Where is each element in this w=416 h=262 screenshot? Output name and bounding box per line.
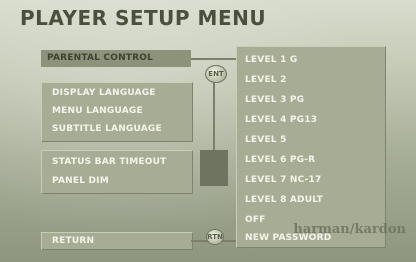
submenu-item-level-8[interactable]: LEVEL 8 ADULT	[245, 195, 323, 205]
return-button[interactable]: RETURN	[52, 236, 94, 246]
return-circle-icon[interactable]: RTN	[206, 229, 224, 245]
menu-item-parental-control[interactable]: PARENTAL CONTROL	[41, 50, 191, 67]
menu-item-label: PARENTAL CONTROL	[47, 53, 154, 63]
enter-button-icon[interactable]: ENT	[205, 65, 227, 83]
parental-level-submenu: LEVEL 1 G LEVEL 2 LEVEL 3 PG LEVEL 4 PG1…	[236, 46, 386, 248]
page-title: PLAYER SETUP MENU	[20, 6, 267, 30]
submenu-item-level-6[interactable]: LEVEL 6 PG-R	[245, 155, 315, 165]
connector-line	[191, 58, 237, 60]
submenu-item-level-1[interactable]: LEVEL 1 G	[245, 55, 297, 65]
submenu-item-level-4[interactable]: LEVEL 4 PG13	[245, 115, 317, 125]
return-panel: RETURN	[41, 232, 193, 250]
submenu-item-off[interactable]: OFF	[245, 215, 266, 225]
submenu-item-level-7[interactable]: LEVEL 7 NC-17	[245, 175, 321, 185]
submenu-item-level-5[interactable]: LEVEL 5	[245, 135, 287, 145]
connector-block	[200, 150, 228, 186]
menu-item-panel-dim[interactable]: PANEL DIM	[52, 176, 109, 186]
language-settings-panel: DISPLAY LANGUAGE MENU LANGUAGE SUBTITLE …	[41, 82, 193, 142]
brand-logo: harman/kardon	[293, 222, 406, 237]
submenu-item-level-3[interactable]: LEVEL 3 PG	[245, 95, 304, 105]
menu-item-status-bar-timeout[interactable]: STATUS BAR TIMEOUT	[52, 157, 166, 167]
menu-item-subtitle-language[interactable]: SUBTITLE LANGUAGE	[52, 124, 162, 134]
display-settings-panel: STATUS BAR TIMEOUT PANEL DIM	[41, 150, 193, 194]
menu-item-menu-language[interactable]: MENU LANGUAGE	[52, 106, 143, 116]
menu-item-display-language[interactable]: DISPLAY LANGUAGE	[52, 88, 156, 98]
submenu-item-level-2[interactable]: LEVEL 2	[245, 75, 287, 85]
